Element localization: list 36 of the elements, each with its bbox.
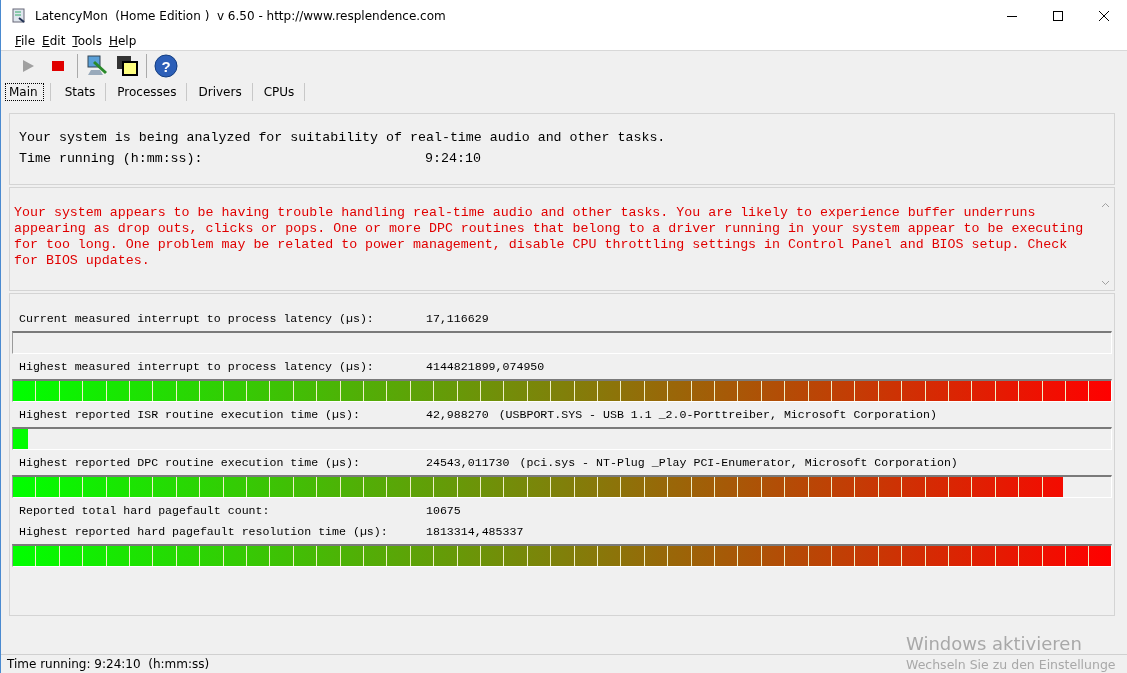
measurement-value: 42,988270: [426, 408, 489, 421]
app-icon: [11, 7, 27, 24]
measurement-value: 4144821899,074950: [426, 360, 545, 373]
time-value: 9:24:10: [425, 151, 481, 168]
monitor-pen-icon[interactable]: [85, 54, 109, 78]
tab[interactable]: Main: [5, 83, 44, 101]
warning-message: Your system appears to be having trouble handling real-time audio and other tasks. You are likely to experience buffer underruns appearing as drop outs, clicks or pops. One or more DPC routines that belong to a driver running in your system appear to be executing for too long. One problem may be related to power management, disable CPU throttling settings in Control Panel and BIOS setup. Check for BIOS updates.: [13, 204, 1085, 270]
measurement-value: 1813314,485337: [426, 525, 524, 538]
window-title: LatencyMon (Home Edition ) v 6.50 - http://www.resplendence.com: [35, 8, 447, 23]
status-message: Your system is being analyzed for suitability of real-time audio and other tasks.: [19, 130, 666, 147]
measurement-label: Highest measured interrupt to process latency (µs):: [19, 360, 375, 373]
measurement-label: Highest reported hard pagefault resolution time (µs):: [19, 525, 389, 538]
scroll-down-icon[interactable]: [1101, 280, 1111, 286]
driver-detail: (USBPORT.SYS - USB 1.1 _2.0-Porttreiber, Microsoft Corporation): [498, 408, 937, 421]
tab[interactable]: Processes: [111, 83, 188, 101]
status-bar-text: Time running: 9:24:10 (h:mm:ss): [7, 657, 210, 671]
tab[interactable]: Drivers: [192, 83, 253, 101]
maximize-icon[interactable]: [1053, 10, 1063, 21]
stop-icon[interactable]: [51, 59, 65, 73]
measurement-label: Highest reported ISR routine execution time (µs):: [19, 408, 361, 421]
time-label: Time running (h:mm:ss):: [19, 151, 204, 168]
tab[interactable]: CPUs: [257, 83, 306, 101]
tab[interactable]: Stats: [58, 83, 107, 101]
measurement-label: Reported total hard pagefault count:: [19, 504, 271, 517]
close-icon[interactable]: [1099, 10, 1109, 21]
measurement-label: Current measured interrupt to process latency (µs):: [19, 312, 375, 325]
activation-title: Windows aktivieren: [906, 633, 1082, 655]
help-icon[interactable]: ?: [154, 54, 178, 78]
activation-hint: Wechseln Sie zu den Einstellunge: [906, 657, 1116, 673]
measurement-value: 24543,011730: [426, 456, 510, 469]
windows-icon[interactable]: [115, 54, 139, 78]
scroll-up-icon[interactable]: [1101, 202, 1111, 208]
measurement-value: 17,116629: [426, 312, 489, 325]
driver-detail: (pci.sys - NT-Plug _Play PCI-Enumerator, Microsoft Corporation): [519, 456, 958, 469]
measurement-label: Highest reported DPC routine execution time (µs):: [19, 456, 361, 469]
measurement-value: 10675: [426, 504, 461, 517]
